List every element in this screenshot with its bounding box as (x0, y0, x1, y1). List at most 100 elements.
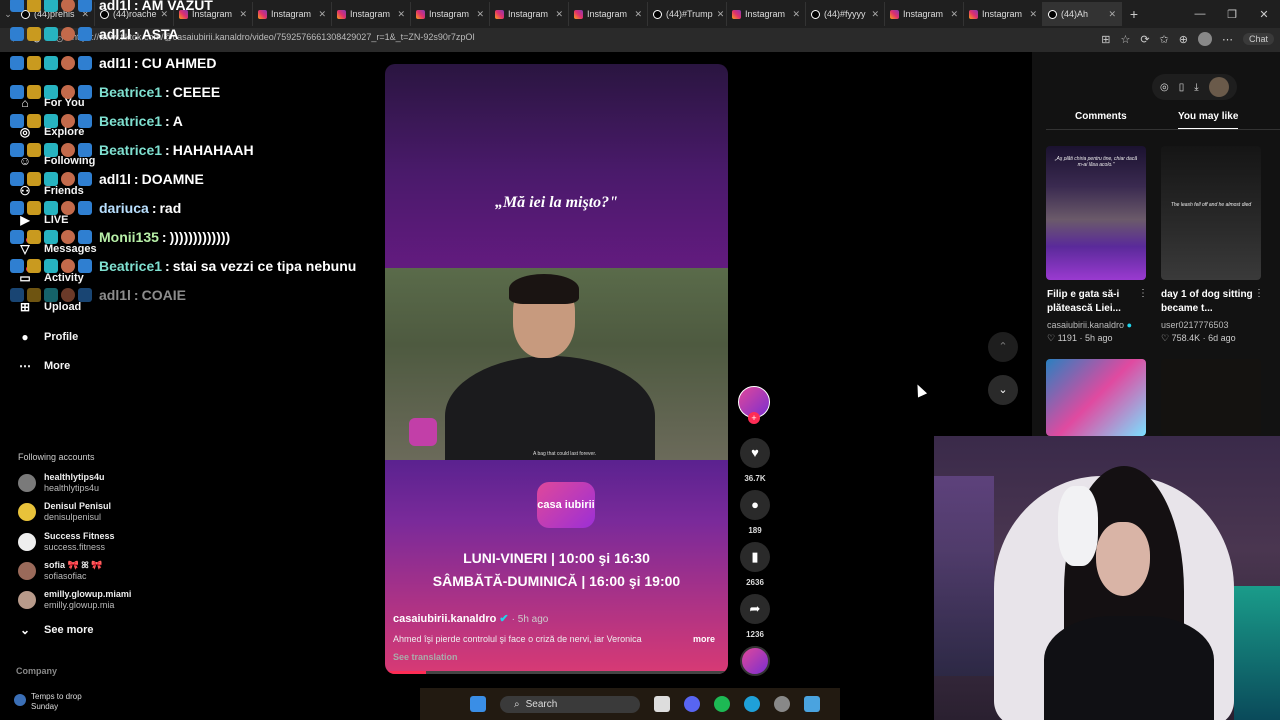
following-account[interactable]: emilly.glowup.miami emilly.glowup.mia (18, 589, 131, 611)
chat-text: ))))))))))))) (169, 229, 231, 245)
edge-icon[interactable] (744, 696, 760, 712)
chevron-down-icon: ⌄ (19, 623, 31, 637)
schedule-line-2: SÂMBĂTĂ-DUMINICĂ | 16:00 şi 19:00 (432, 573, 681, 589)
browser-tab[interactable]: Instagram ✕ (569, 2, 648, 26)
browser-tab[interactable]: (44)Ah ✕ (1043, 2, 1122, 26)
suggested-video-thumb-2[interactable]: The leash fell off and he almost died (1161, 146, 1261, 280)
more-options-icon[interactable]: ⋮ (1138, 288, 1148, 299)
company-link[interactable]: Company (16, 666, 57, 676)
close-window-button[interactable]: ✕ (1248, 8, 1280, 21)
crown-icon (27, 85, 41, 99)
discord-icon[interactable] (684, 696, 700, 712)
browser-tab[interactable]: (44)#Trump ✕ (648, 2, 727, 26)
tab-comments[interactable]: Comments (1075, 111, 1127, 122)
close-tab-icon[interactable]: ✕ (555, 9, 563, 20)
suggested-video-thumb-3[interactable] (1046, 359, 1146, 436)
browser-tab[interactable]: Instagram ✕ (885, 2, 964, 26)
close-tab-icon[interactable]: ✕ (397, 9, 405, 20)
badge-icon (78, 56, 92, 70)
browser-tab[interactable]: Instagram ✕ (964, 2, 1043, 26)
apps-icon[interactable]: ⊞ (1101, 33, 1110, 46)
suggested-video-thumb-4[interactable] (1161, 359, 1261, 436)
following-account[interactable]: Denisul Penisul denisulpenisul (18, 501, 111, 523)
suggested-video-caption-2[interactable]: day 1 of dog sitting became t... (1161, 288, 1261, 316)
sidebar-item-profile[interactable]: ● Profile (18, 330, 78, 344)
close-tab-icon[interactable]: ✕ (1029, 9, 1037, 20)
suggested-video-caption-1[interactable]: Filip e gata să-i plătească Liei... (1047, 288, 1147, 316)
suggested-video-thumb-1[interactable]: „Aş plăti chiria pentru tine, chiar dacă… (1046, 146, 1146, 280)
video-player[interactable]: „Mă iei la mişto?" A bag that could last… (385, 64, 728, 674)
minimize-button[interactable]: — (1184, 8, 1216, 20)
following-account[interactable]: Success Fitness success.fitness (18, 531, 115, 553)
chat-message: adl1l: CU AHMED (10, 52, 217, 74)
browser-tab[interactable]: Instagram ✕ (411, 2, 490, 26)
next-video-button[interactable]: ⌄ (988, 375, 1018, 405)
previous-video-button[interactable]: ⌃ (988, 332, 1018, 362)
favorite-icon[interactable]: ☆ (1120, 33, 1130, 46)
video-author[interactable]: casaiubirii.kanaldro ✔ · 5h ago (393, 612, 548, 625)
following-account[interactable]: sofia 🎀 ꕤ 🎀 sofiasofiac (18, 560, 102, 582)
chat-separator: : (133, 55, 139, 71)
maximize-button[interactable]: ❐ (1216, 8, 1248, 21)
following-account[interactable]: healthlytips4u healthlytips4u (18, 472, 105, 494)
close-tab-icon[interactable]: ✕ (950, 9, 958, 20)
browser-tab[interactable]: Instagram ✕ (253, 2, 332, 26)
inset-caption: A bag that could last forever. (533, 451, 597, 457)
steam-icon[interactable] (774, 696, 790, 712)
share-button[interactable]: ➦ (740, 594, 770, 624)
browser-tab[interactable]: Instagram ✕ (332, 2, 411, 26)
device-icon[interactable]: ▯ (1179, 82, 1185, 93)
emote-icon (61, 27, 75, 41)
close-tab-icon[interactable]: ✕ (871, 9, 879, 20)
more-options-icon[interactable]: ⋮ (1254, 288, 1264, 299)
comment-button[interactable]: ● (740, 490, 770, 520)
suggested-user-1-name: casaiubirii.kanaldro (1047, 320, 1125, 330)
close-tab-icon[interactable]: ✕ (1108, 9, 1116, 20)
video-progress-bar[interactable] (385, 671, 728, 674)
account-handle: emilly.glowup.mia (44, 600, 115, 611)
menu-icon[interactable]: ⋯ (1222, 33, 1233, 46)
description-more-button[interactable]: more (693, 634, 715, 644)
tab-label: Instagram (587, 9, 628, 19)
compass-icon[interactable]: ◎ (1160, 82, 1169, 93)
sidebar-item-more[interactable]: ⋯ More (18, 359, 70, 373)
suggested-video-user-2[interactable]: user0217776503 (1161, 320, 1229, 330)
music-disc-icon[interactable] (740, 646, 770, 676)
badge-icon (10, 143, 24, 157)
browser-tab[interactable]: Instagram ✕ (490, 2, 569, 26)
close-tab-icon[interactable]: ✕ (318, 9, 326, 20)
badge-icon (10, 288, 24, 302)
badge-icon (10, 172, 24, 186)
profile-icon[interactable] (1197, 32, 1212, 46)
taskbar-search[interactable]: ⌕ Search (500, 695, 640, 713)
user-avatar[interactable] (1208, 77, 1229, 97)
save-button[interactable]: ▮ (740, 542, 770, 572)
see-translation-link[interactable]: See translation (393, 652, 458, 662)
collections-icon[interactable]: ⊕ (1179, 33, 1188, 46)
suggested-video-user-1[interactable]: casaiubirii.kanaldro ● (1047, 320, 1132, 330)
close-tab-icon[interactable]: ✕ (792, 9, 800, 20)
follow-plus-icon[interactable]: + (748, 412, 760, 424)
windows-start-icon[interactable] (470, 696, 486, 712)
download-icon[interactable]: ⤓ (1194, 82, 1198, 93)
app-icon[interactable] (804, 696, 820, 712)
account-names: Denisul Penisul denisulpenisul (44, 501, 111, 523)
file-explorer-icon[interactable] (654, 696, 670, 712)
copilot-chat-button[interactable]: Chat (1242, 33, 1274, 45)
favorites-bar-icon[interactable]: ✩ (1160, 33, 1169, 46)
see-more-button[interactable]: ⌄ See more (18, 623, 94, 637)
close-tab-icon[interactable]: ✕ (239, 9, 247, 20)
like-button[interactable]: ♥ (740, 438, 770, 468)
weather-widget[interactable]: Temps to drop Sunday (14, 692, 82, 712)
tab-you-may-like[interactable]: You may like (1178, 111, 1239, 130)
new-tab-button[interactable]: + (1122, 6, 1146, 22)
chat-text: CU AHMED (141, 55, 217, 71)
browser-tab[interactable]: Instagram ✕ (727, 2, 806, 26)
close-tab-icon[interactable]: ✕ (717, 9, 725, 20)
close-tab-icon[interactable]: ✕ (476, 9, 484, 20)
extensions-icon[interactable]: ⟳ (1140, 33, 1149, 46)
close-tab-icon[interactable]: ✕ (634, 9, 642, 20)
browser-tab[interactable]: (44)#fyyyy ✕ (806, 2, 885, 26)
chat-separator: : (165, 258, 170, 274)
spotify-icon[interactable] (714, 696, 730, 712)
